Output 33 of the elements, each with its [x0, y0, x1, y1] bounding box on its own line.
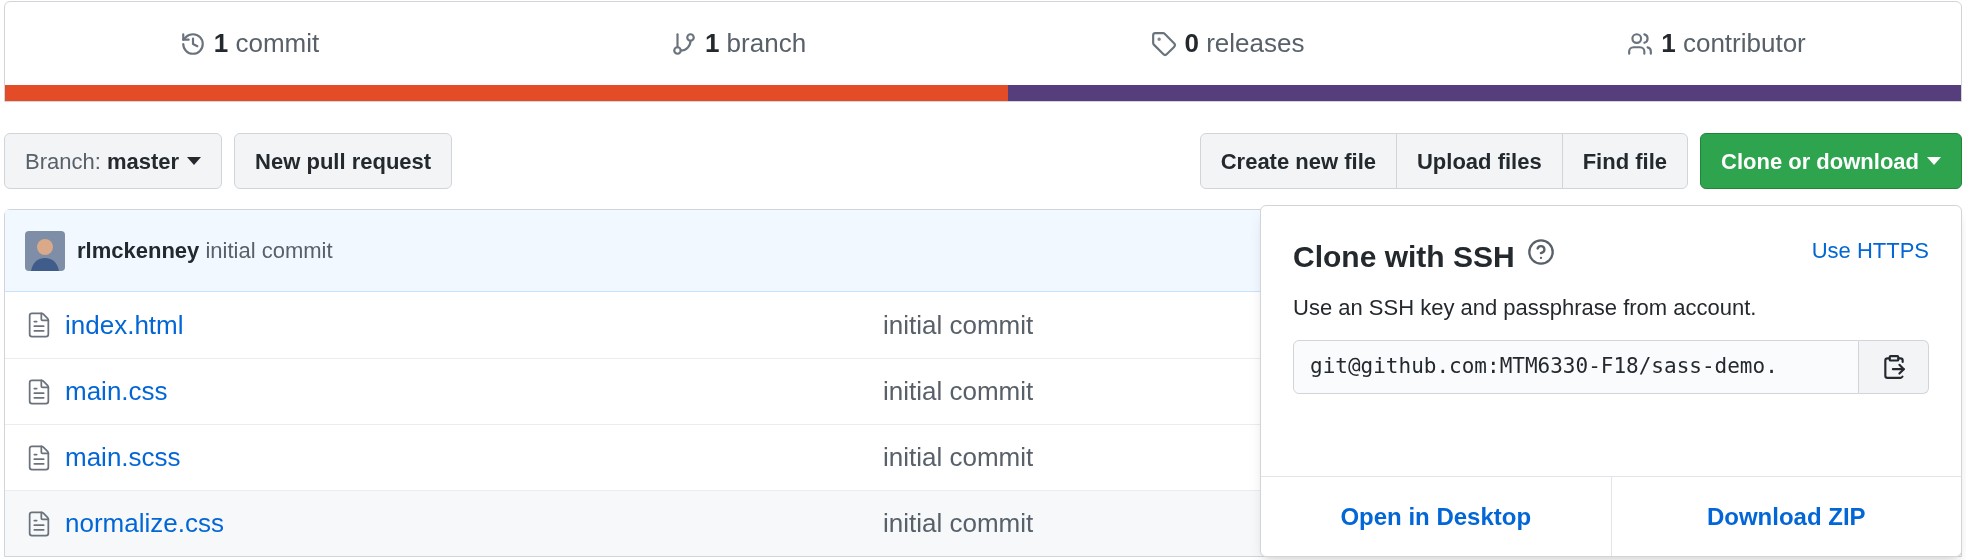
clone-url-field[interactable]: git@github.com:MTM6330-F18/sass-demo.: [1293, 340, 1859, 394]
new-pull-request-button[interactable]: New pull request: [234, 133, 453, 189]
file-action-button[interactable]: Upload files: [1396, 133, 1563, 189]
help-icon[interactable]: [1526, 238, 1555, 266]
tag-icon: [1150, 30, 1177, 57]
commit-message: initial commit: [883, 507, 1034, 540]
file-link[interactable]: main.scss: [65, 438, 883, 477]
stat-link[interactable]: 1 branch: [704, 24, 807, 63]
file-action-button[interactable]: Create new file: [1199, 133, 1397, 189]
popup-action-link[interactable]: Download ZIP: [1610, 477, 1961, 556]
commit-summary: rlmckenney initial commit: [77, 237, 333, 265]
file-action-button[interactable]: Find file: [1561, 133, 1688, 189]
file-link[interactable]: normalize.css: [65, 504, 883, 543]
file-link[interactable]: main.css: [65, 372, 883, 411]
stat-link[interactable]: 1 contributor: [1661, 24, 1806, 63]
caret-icon: [1927, 157, 1941, 165]
avatar: [25, 230, 65, 271]
branch-icon: [670, 30, 697, 57]
stat-link[interactable]: 0 releases: [1184, 24, 1305, 63]
commit-message: initial commit: [883, 375, 1034, 408]
history-icon: [179, 30, 206, 57]
branch-select[interactable]: Branch: master: [4, 133, 223, 189]
commit-message: initial commit: [883, 308, 1034, 342]
popup-description: Use an SSH key and passphrase from account.: [1293, 294, 1758, 322]
caret-icon: [187, 157, 202, 165]
use-https-link[interactable]: Use HTTPS: [1811, 234, 1929, 267]
people-icon: [1627, 30, 1654, 57]
file-link[interactable]: index.html: [65, 305, 883, 345]
commit-message: initial commit: [883, 441, 1034, 474]
stat-link[interactable]: 1 commit: [213, 24, 320, 63]
copy-button[interactable]: [1859, 340, 1929, 394]
popup-title: Clone with SSH: [1293, 239, 1515, 275]
popup-action-link[interactable]: Open in Desktop: [1261, 477, 1611, 556]
